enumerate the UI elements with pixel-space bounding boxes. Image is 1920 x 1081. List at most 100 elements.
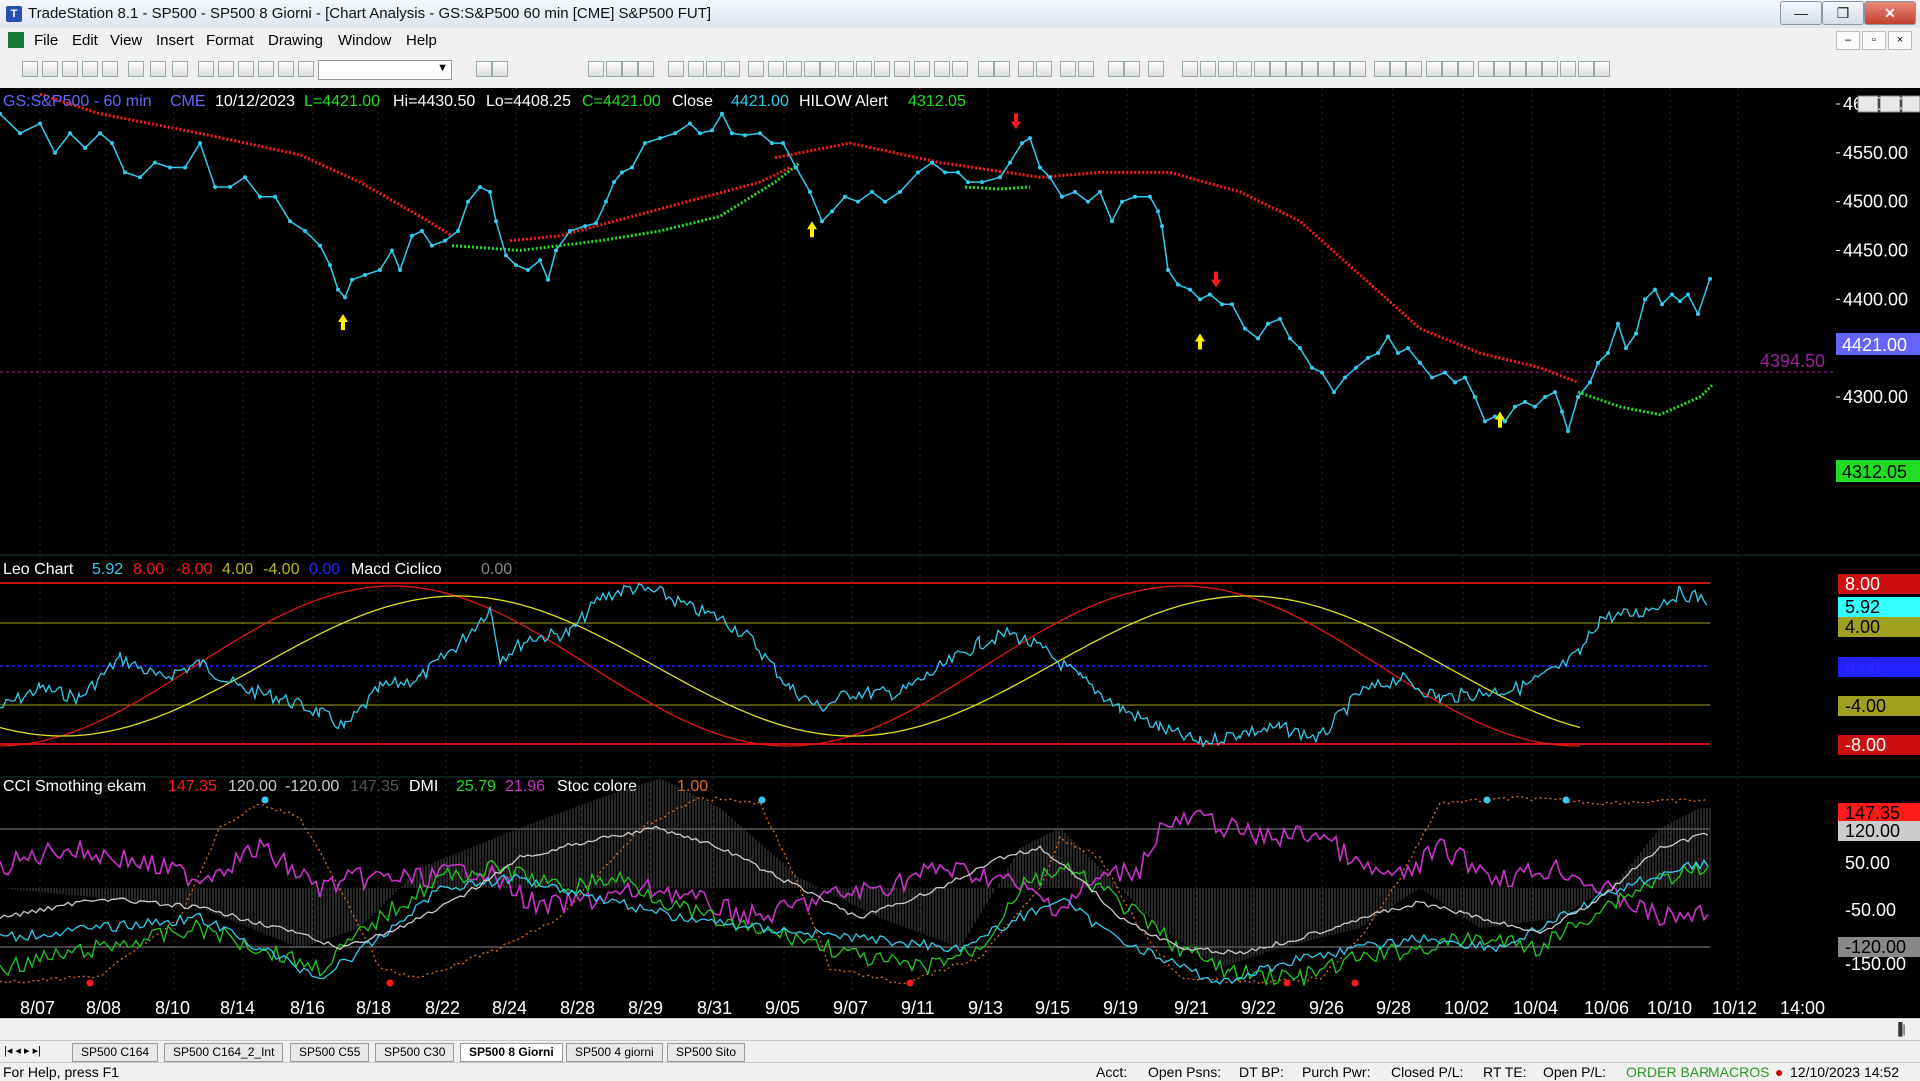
toolbar-tool-icon[interactable] [588,61,604,77]
toolbar-tool-icon[interactable] [768,61,784,77]
toolbar-tool-icon[interactable] [476,61,492,77]
toolbar-tool-icon[interactable] [994,61,1010,77]
toolbar-tool-icon[interactable] [688,61,704,77]
toolbar-tool-icon[interactable] [1302,61,1318,77]
toolbar-tool-icon[interactable] [1124,61,1140,77]
toolbar-tool-icon[interactable] [1374,61,1390,77]
toolbar-tool-icon[interactable] [150,61,166,77]
toolbar-tool-icon[interactable] [218,61,234,77]
chart-minimize-button[interactable] [1857,95,1879,113]
toolbar-tool-icon[interactable] [606,61,622,77]
tab-sp500-8-giorni[interactable]: SP500 8 Giorni [460,1043,563,1062]
toolbar-tool-icon[interactable] [1334,61,1350,77]
toolbar-tool-icon[interactable] [706,61,722,77]
toolbar-tool-icon[interactable] [198,61,214,77]
chart-svg[interactable]: 4394.50 GS:S&P500 - 60 min CME 10/12/202… [0,88,1920,1023]
toolbar-tool-icon[interactable] [1236,61,1252,77]
toolbar-tool-icon[interactable] [934,61,950,77]
toolbar-tool-icon[interactable] [1426,61,1442,77]
toolbar-tool-icon[interactable] [278,61,294,77]
toolbar-tool-icon[interactable] [914,61,930,77]
toolbar-tool-icon[interactable] [1286,61,1302,77]
toolbar-tool-icon[interactable] [1018,61,1034,77]
toolbar-tool-icon[interactable] [786,61,802,77]
toolbar-tool-icon[interactable] [1270,61,1286,77]
order-bar-button[interactable]: ORDER BAR [1626,1064,1709,1080]
toolbar-tool-icon[interactable] [1594,61,1610,77]
toolbar-tool-icon[interactable] [1218,61,1234,77]
toolbar-tool-icon[interactable] [622,61,638,77]
toolbar-tool-icon[interactable] [1390,61,1406,77]
menu-view[interactable]: View [110,32,142,49]
symbol-combo[interactable]: ▼ [318,60,452,80]
toolbar-tool-icon[interactable] [1254,61,1270,77]
toolbar-tool-icon[interactable] [894,61,910,77]
toolbar-tool-icon[interactable] [1442,61,1458,77]
toolbar-tool-icon[interactable] [238,61,254,77]
toolbar-tool-icon[interactable] [1526,61,1542,77]
toolbar-tool-icon[interactable] [978,61,994,77]
toolbar-tool-icon[interactable] [1406,61,1422,77]
tab-nav-arrows-icon[interactable]: |◂ ◂ ▸ ▸| [4,1044,41,1057]
tab-sp500-c164-2-int[interactable]: SP500 C164_2_Int [164,1043,284,1062]
toolbar-tool-icon[interactable] [856,61,872,77]
restore-button[interactable]: ❐ [1822,1,1864,25]
menu-edit[interactable]: Edit [72,32,98,49]
chart-restore-button[interactable] [1879,95,1901,113]
toolbar-tool-icon[interactable] [492,61,508,77]
close-button[interactable]: ✕ [1864,1,1916,25]
toolbar-tool-icon[interactable] [952,61,968,77]
tab-sp500-c164[interactable]: SP500 C164 [72,1043,159,1062]
toolbar-tool-icon[interactable] [82,61,98,77]
toolbar-tool-icon[interactable] [172,61,188,77]
toolbar-tool-icon[interactable] [1036,61,1052,77]
toolbar-tool-icon[interactable] [748,61,764,77]
toolbar-tool-icon[interactable] [22,61,38,77]
toolbar-tool-icon[interactable] [42,61,58,77]
toolbar-tool-icon[interactable] [638,61,654,77]
toolbar-tool-icon[interactable] [1318,61,1334,77]
mdi-minimize-button[interactable]: – [1836,31,1860,50]
toolbar-tool-icon[interactable] [874,61,890,77]
toolbar-tool-icon[interactable] [1542,61,1558,77]
chart-area[interactable]: 4394.50 GS:S&P500 - 60 min CME 10/12/202… [0,88,1920,1023]
toolbar-tool-icon[interactable] [1182,61,1198,77]
toolbar-tool-icon[interactable] [1560,61,1576,77]
toolbar-tool-icon[interactable] [1148,61,1164,77]
menu-insert[interactable]: Insert [156,32,194,49]
menu-window[interactable]: Window [338,32,391,49]
toolbar-tool-icon[interactable] [1350,61,1366,77]
menu-file[interactable]: File [34,32,58,49]
toolbar-tool-icon[interactable] [1200,61,1216,77]
chart-close-button[interactable] [1901,95,1920,113]
toolbar-tool-icon[interactable] [128,61,144,77]
toolbar-tool-icon[interactable] [820,61,836,77]
toolbar-tool-icon[interactable] [1578,61,1594,77]
mdi-restore-button[interactable]: ▫ [1862,31,1886,50]
toolbar-tool-icon[interactable] [102,61,118,77]
menu-drawing[interactable]: Drawing [268,32,323,49]
horizontal-scrollbar[interactable]: ▐| [0,1018,1920,1041]
toolbar-tool-icon[interactable] [1494,61,1510,77]
toolbar-tool-icon[interactable] [668,61,684,77]
toolbar-tool-icon[interactable] [1458,61,1474,77]
toolbar-tool-icon[interactable] [1108,61,1124,77]
toolbar-tool-icon[interactable] [1478,61,1494,77]
toolbar-tool-icon[interactable] [1060,61,1076,77]
chart-window-icon[interactable] [8,32,24,48]
tab-sp500-4-giorni[interactable]: SP500 4 giorni [566,1043,663,1062]
minimize-button[interactable]: — [1780,1,1822,25]
scroll-right-icon[interactable]: ▐| [1894,1022,1906,1036]
menu-help[interactable]: Help [406,32,437,49]
toolbar-tool-icon[interactable] [1078,61,1094,77]
toolbar-tool-icon[interactable] [724,61,740,77]
tab-sp500-c55[interactable]: SP500 C55 [290,1043,370,1062]
toolbar-tool-icon[interactable] [804,61,820,77]
tab-sp500-sito[interactable]: SP500 Sito [667,1043,746,1062]
toolbar-tool-icon[interactable] [258,61,274,77]
menu-format[interactable]: Format [206,32,254,49]
toolbar-tool-icon[interactable] [1510,61,1526,77]
toolbar-tool-icon[interactable] [838,61,854,77]
toolbar-tool-icon[interactable] [62,61,78,77]
tab-sp500-c30[interactable]: SP500 C30 [375,1043,455,1062]
